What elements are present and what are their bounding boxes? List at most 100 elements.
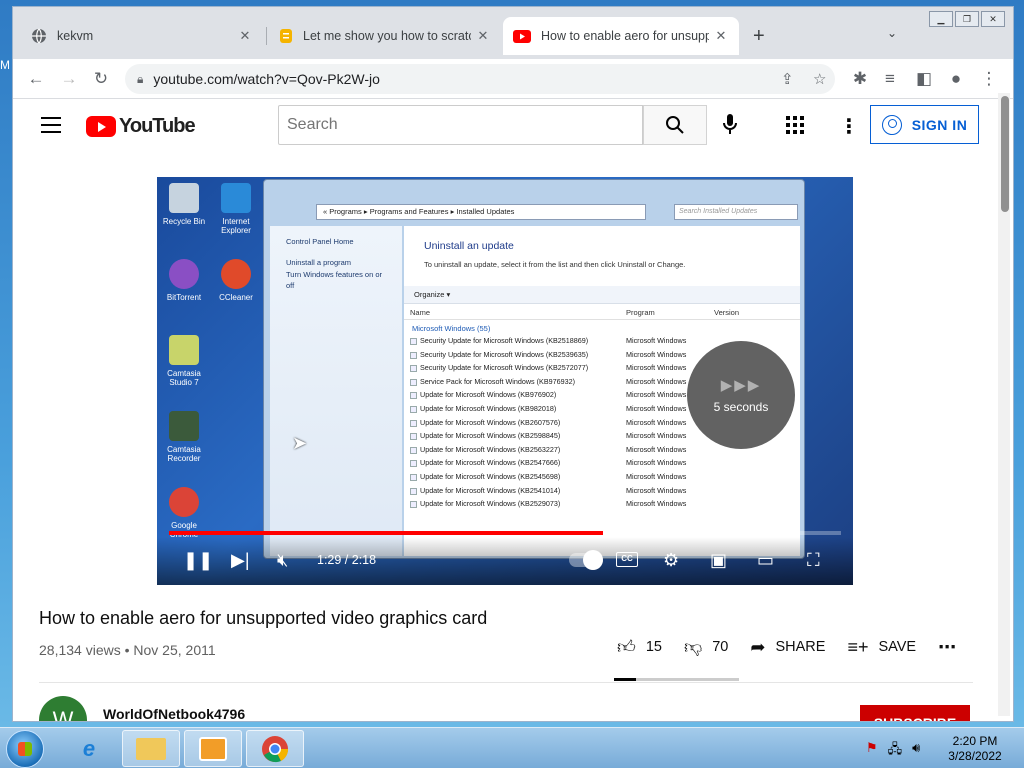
- settings-more-icon[interactable]: ⋮: [839, 114, 859, 139]
- tab-scratch[interactable]: Let me show you how to scratch ✕: [269, 17, 501, 55]
- search-button[interactable]: [643, 105, 707, 145]
- media-player-icon[interactable]: [184, 730, 242, 767]
- video-desktop-icon: Recycle Bin: [157, 183, 211, 226]
- forward-icon[interactable]: →: [58, 69, 80, 89]
- bookmark-star-icon[interactable]: ☆: [813, 70, 826, 88]
- mute-icon[interactable]: 🔇︎: [277, 550, 288, 571]
- more-actions-icon[interactable]: ⋯: [938, 637, 956, 658]
- like-button[interactable]: 👍︎ 15: [617, 636, 662, 658]
- share-label: SHARE: [775, 639, 826, 655]
- video-desktop-icon: BitTorrent: [157, 259, 211, 302]
- scrollbar-thumb[interactable]: [1001, 96, 1009, 212]
- channel-avatar[interactable]: W: [39, 696, 87, 721]
- action-center-flag-icon[interactable]: ⚑: [866, 740, 878, 762]
- chrome-menu-icon[interactable]: ⋮: [978, 69, 1000, 89]
- clock-time: 2:20 PM: [952, 734, 998, 748]
- new-tab-icon[interactable]: +: [753, 25, 765, 48]
- maximize-icon[interactable]: ❐: [955, 11, 979, 27]
- countdown-text: 5 seconds: [713, 400, 769, 414]
- share-arrow-icon: ➦: [750, 636, 766, 657]
- autoplay-countdown[interactable]: ▶▶▶ 5 seconds: [687, 341, 795, 449]
- guide-menu-icon[interactable]: [41, 117, 61, 138]
- tab-separator: [266, 27, 267, 45]
- url-text: youtube.com/watch?v=Qov-Pk2W-jo: [153, 71, 380, 87]
- tab-kekvm[interactable]: kekvm ✕: [21, 17, 263, 55]
- windows-taskbar: e ⚑ 🖧︎ 🔊︎ 2:20 PM 3/28/2022: [0, 727, 1024, 768]
- divider: [39, 682, 973, 683]
- reload-icon[interactable]: ↻: [90, 69, 112, 89]
- system-tray: ⚑ 🖧︎ 🔊︎: [866, 740, 920, 762]
- video-frame-update-row: Update for Microsoft Windows (KB2529073)…: [410, 499, 790, 513]
- minimize-icon[interactable]: ▁: [929, 11, 953, 27]
- captions-icon[interactable]: CC: [616, 552, 638, 567]
- close-icon[interactable]: ✕: [475, 28, 491, 44]
- tab-search-icon[interactable]: ⌄: [887, 26, 897, 40]
- thumbs-down-icon: 👎︎: [683, 637, 703, 657]
- share-button[interactable]: ➦ SHARE: [750, 637, 825, 658]
- youtube-wordmark: YouTube: [119, 115, 196, 137]
- document-icon: [280, 29, 292, 43]
- lock-icon: 🔒︎: [137, 71, 144, 86]
- miniplayer-icon[interactable]: ▣: [710, 550, 727, 571]
- file-explorer-icon[interactable]: [122, 730, 180, 767]
- side-panel-icon[interactable]: ◧: [913, 69, 935, 89]
- close-window-icon[interactable]: ✕: [981, 11, 1005, 27]
- browser-toolbar: ← → ↻ 🔒︎ youtube.com/watch?v=Qov-Pk2W-jo…: [13, 59, 1013, 99]
- media-queue-icon[interactable]: ≡: [879, 69, 901, 89]
- channel-name[interactable]: WorldOfNetbook4796: [103, 706, 245, 721]
- page-scrollbar[interactable]: [998, 93, 1010, 716]
- video-actions: 👍︎ 15 👎︎ 70 ➦ SHARE ≡+ SAVE ⋯: [617, 636, 978, 658]
- save-button[interactable]: ≡+ SAVE: [847, 637, 916, 658]
- next-video-icon[interactable]: ▶|: [231, 550, 250, 571]
- autoplay-toggle[interactable]: [569, 550, 603, 570]
- sign-in-label: SIGN IN: [911, 116, 968, 133]
- video-player[interactable]: Recycle Bin Internet Explorer BitTorrent…: [157, 177, 853, 585]
- video-desktop-icon: Internet Explorer: [209, 183, 263, 235]
- theater-mode-icon[interactable]: ▭: [757, 550, 774, 571]
- settings-gear-icon[interactable]: ⚙: [663, 550, 679, 571]
- network-icon[interactable]: 🖧︎: [888, 740, 903, 762]
- subscribe-button[interactable]: SUBSCRIBE: [860, 705, 970, 721]
- chrome-window: kekvm ✕ Let me show you how to scratch ✕…: [12, 6, 1014, 722]
- tab-title: kekvm: [57, 29, 94, 43]
- tab-title: How to enable aero for unsuppo: [541, 29, 709, 43]
- close-icon[interactable]: ✕: [237, 28, 253, 44]
- clock-date: 3/28/2022: [948, 749, 1002, 763]
- youtube-logo[interactable]: YouTube: [86, 115, 196, 138]
- video-frame-breadcrumb: « Programs ▸ Programs and Features ▸ Ins…: [316, 204, 646, 220]
- video-title: How to enable aero for unsupported video…: [39, 608, 488, 628]
- save-label: SAVE: [878, 639, 917, 655]
- share-page-icon[interactable]: ⇪: [781, 70, 794, 88]
- tab-youtube-active[interactable]: How to enable aero for unsuppo ✕: [503, 17, 739, 55]
- fullscreen-icon[interactable]: ⛶: [807, 550, 820, 571]
- address-bar[interactable]: 🔒︎ youtube.com/watch?v=Qov-Pk2W-jo ⇪ ☆: [125, 64, 835, 94]
- sign-in-button[interactable]: SIGN IN: [870, 105, 979, 144]
- taskbar-clock[interactable]: 2:20 PM 3/28/2022: [940, 734, 1010, 764]
- back-icon[interactable]: ←: [25, 69, 47, 89]
- window-controls: ▁ ❐ ✕: [929, 11, 1005, 27]
- dislike-count: 70: [712, 639, 729, 655]
- extensions-icon[interactable]: ✱: [849, 69, 871, 89]
- dislike-button[interactable]: 👎︎ 70: [684, 636, 728, 658]
- youtube-play-icon: [86, 116, 116, 137]
- microphone-icon[interactable]: [723, 113, 737, 141]
- youtube-icon: [513, 29, 531, 43]
- apps-grid-icon[interactable]: [786, 116, 804, 134]
- search-input[interactable]: [278, 105, 643, 145]
- close-icon[interactable]: ✕: [713, 28, 729, 44]
- tab-title: Let me show you how to scratch: [303, 29, 471, 43]
- pause-icon[interactable]: ❚❚: [183, 550, 213, 571]
- video-frame-search: Search Installed Updates: [674, 204, 798, 220]
- internet-explorer-icon[interactable]: e: [60, 730, 118, 767]
- like-dislike-ratio-bar: [614, 678, 739, 681]
- progress-bar[interactable]: [169, 531, 841, 535]
- chrome-icon[interactable]: [246, 730, 304, 767]
- player-controls: ❚❚ ▶| 🔇︎ 1:29 / 2:18 CC ⚙ ▣ ▭ ⛶: [157, 531, 853, 585]
- profile-icon[interactable]: ●: [945, 69, 967, 89]
- start-button[interactable]: [6, 730, 44, 768]
- video-desktop-icon: Camtasia Studio 7: [157, 335, 211, 387]
- globe-icon: [32, 28, 46, 44]
- next-arrows-icon: ▶▶▶: [720, 377, 762, 394]
- video-desktop-icon: CCleaner: [209, 259, 263, 302]
- volume-icon[interactable]: 🔊︎: [912, 740, 920, 762]
